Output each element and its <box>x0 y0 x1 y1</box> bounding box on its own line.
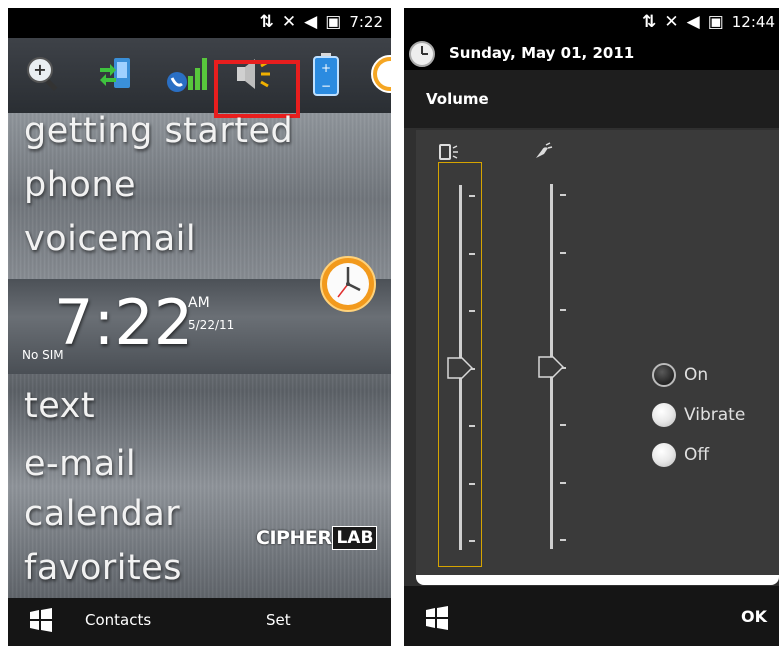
radio-off-indicator[interactable] <box>652 443 676 467</box>
status-bar: ⇅ ✕ ◀ ▣ 7:22 <box>8 8 391 38</box>
slider-tick <box>469 425 475 427</box>
speaker-icon[interactable]: ◀ <box>687 12 700 32</box>
slider-tick <box>469 310 475 312</box>
volume-icon-highlight <box>214 60 300 118</box>
radio-on-label: On <box>684 365 709 385</box>
status-bar: ⇅ ✕ ◀ ▣ 12:44 <box>404 8 779 38</box>
menu-item-calendar[interactable]: calendar <box>24 494 180 534</box>
sim-status: No SIM <box>22 348 64 362</box>
bottom-bar: OK <box>404 586 779 646</box>
zoom-icon[interactable]: + <box>22 52 66 96</box>
ring-volume-slider[interactable] <box>530 162 574 567</box>
status-time: 12:44 <box>731 13 775 31</box>
image-divider <box>391 0 404 646</box>
date-text: Sunday, May 01, 2011 <box>449 44 635 62</box>
svg-text:+: + <box>321 61 331 75</box>
menu-item-favorites[interactable]: favorites <box>24 548 182 588</box>
home-screen: ⇅ ✕ ◀ ▣ 7:22 + + − getting started phone … <box>8 8 391 646</box>
bottom-bar: Contacts Set <box>8 598 391 646</box>
slider-tick <box>560 309 566 311</box>
alarm-clock-icon <box>318 254 378 318</box>
panel-bottom-edge <box>416 575 779 585</box>
slider-tick <box>560 194 566 196</box>
radio-off[interactable]: Off <box>652 435 745 475</box>
menu-item-getting-started[interactable]: getting started <box>24 111 293 151</box>
svg-text:−: − <box>321 79 331 93</box>
radio-on-indicator[interactable] <box>652 363 676 387</box>
slider-tick <box>560 481 566 484</box>
menu-item-email[interactable]: e-mail <box>24 444 136 484</box>
signal-icon[interactable] <box>166 52 210 96</box>
slider-tick <box>469 540 475 542</box>
cipherlab-logo: CIPHER LAB <box>256 526 378 550</box>
volume-panel: Volume On Vibrate Off <box>404 70 779 586</box>
status-time: 7:22 <box>349 13 383 31</box>
contacts-softkey[interactable]: Contacts <box>85 611 151 629</box>
radio-vibrate-indicator[interactable] <box>652 403 676 427</box>
volume-screen: ⇅ ✕ ◀ ▣ 12:44 Sunday, May 01, 2011 Volum… <box>404 8 779 646</box>
clock-ampm: AM <box>188 295 210 311</box>
svg-text:+: + <box>33 60 46 79</box>
battery-icon[interactable]: + − <box>304 52 348 96</box>
battery-charging-icon: ▣ <box>707 12 724 32</box>
system-volume-slider[interactable] <box>438 162 482 567</box>
clock-icon <box>408 40 436 72</box>
radio-vibrate[interactable]: Vibrate <box>652 395 745 435</box>
connectivity-icon[interactable] <box>94 52 138 96</box>
slider-thumb[interactable] <box>538 355 565 378</box>
ring-mode-group: On Vibrate Off <box>652 355 745 475</box>
radio-vibrate-label: Vibrate <box>684 405 746 425</box>
date-bar: Sunday, May 01, 2011 <box>404 38 779 70</box>
ok-button[interactable]: OK <box>741 607 767 626</box>
windows-start-icon[interactable] <box>424 606 450 634</box>
menu-item-text[interactable]: text <box>24 386 95 426</box>
quick-icon-row: + + − <box>8 38 391 118</box>
slider-tick <box>469 482 475 485</box>
radio-on[interactable]: On <box>652 355 745 395</box>
battery-charging-icon: ▣ <box>325 12 342 32</box>
data-transfer-icon: ⇅ <box>259 12 274 32</box>
volume-body: On Vibrate Off <box>416 130 779 580</box>
slider-tick <box>469 252 475 255</box>
clock-date: 5/22/11 <box>188 318 235 332</box>
set-softkey[interactable]: Set <box>266 611 291 629</box>
slider-tick <box>469 195 475 197</box>
no-signal-icon: ✕ <box>664 12 679 32</box>
slider-thumb[interactable] <box>447 356 474 379</box>
data-transfer-icon: ⇅ <box>642 12 657 32</box>
no-signal-icon: ✕ <box>281 12 297 32</box>
slider-tick <box>560 539 566 541</box>
speaker-icon[interactable]: ◀ <box>304 12 317 32</box>
slider-tick <box>560 424 566 426</box>
slider-tick <box>560 251 566 254</box>
menu-item-phone[interactable]: phone <box>24 165 136 205</box>
clock-icon[interactable] <box>368 52 391 96</box>
radio-off-label: Off <box>684 445 710 465</box>
menu-item-voicemail[interactable]: voicemail <box>24 219 196 259</box>
clock-time: 7:22 <box>54 286 194 359</box>
windows-start-icon[interactable] <box>28 608 54 636</box>
volume-title: Volume <box>426 90 489 108</box>
